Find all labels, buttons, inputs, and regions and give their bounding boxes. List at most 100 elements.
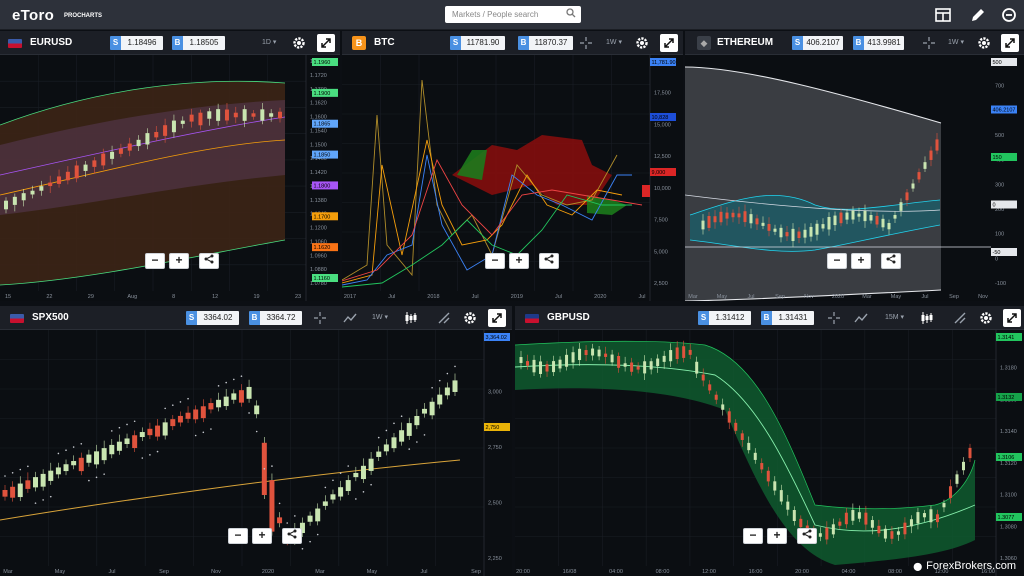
eurusd-symbol[interactable]: EURUSD [30, 37, 72, 48]
draw-pencil-icon[interactable] [969, 6, 987, 24]
zoom-out-button[interactable]: − [145, 253, 165, 269]
zoom-out-button[interactable]: − [827, 253, 847, 269]
candle [110, 151, 115, 159]
btc-symbol[interactable]: BTC [374, 37, 395, 48]
settings-gear-icon[interactable] [976, 35, 992, 51]
btc-buy-label[interactable]: B [518, 36, 529, 50]
indicators-icon[interactable] [853, 310, 869, 326]
settings-gear-icon[interactable] [634, 35, 650, 51]
crosshair-icon[interactable] [921, 35, 937, 51]
indicators-icon[interactable] [342, 310, 358, 326]
layout-icon[interactable] [934, 6, 952, 24]
search-input[interactable]: Markets / People search [445, 6, 581, 23]
gbp-buy-label[interactable]: B [761, 311, 772, 325]
search-icon[interactable] [566, 8, 576, 18]
share-icon[interactable] [282, 528, 302, 544]
share-icon[interactable] [797, 528, 817, 544]
candle [714, 394, 718, 400]
x-axis-tick: Jul [638, 294, 645, 300]
settings-gear-icon[interactable] [462, 310, 478, 326]
btc-timeframe[interactable]: 1W ▾ [606, 38, 622, 46]
zoom-in-button[interactable]: + [851, 253, 871, 269]
spx-sell-label[interactable]: S [186, 311, 197, 325]
user-profile-icon[interactable] [1000, 6, 1018, 24]
settings-gear-icon[interactable] [978, 310, 994, 326]
zoom-in-button[interactable]: + [169, 253, 189, 269]
candle [656, 358, 660, 367]
candle [10, 486, 16, 498]
x-axis-tick: Mar [315, 569, 325, 575]
eth-buy-label[interactable]: B [853, 36, 864, 50]
expand-icon[interactable] [1003, 309, 1021, 327]
candle [545, 364, 549, 372]
btc-sell-label[interactable]: S [450, 36, 461, 50]
candle [942, 503, 946, 508]
crosshair-icon[interactable] [312, 310, 328, 326]
zoom-out-button[interactable]: − [743, 528, 763, 544]
candle-type-icon[interactable] [403, 310, 419, 326]
eurusd-sell-label[interactable]: S [110, 36, 121, 50]
spx-sell-price[interactable]: 3364.02 [197, 311, 239, 325]
candle [881, 218, 885, 228]
btc-buy-price[interactable]: 11870.37 [529, 36, 573, 50]
drawing-tools-icon[interactable] [952, 310, 968, 326]
spx500-symbol[interactable]: SPX500 [32, 312, 69, 323]
share-icon[interactable] [539, 253, 559, 269]
candle [636, 366, 640, 370]
share-icon[interactable] [881, 253, 901, 269]
zoom-out-button[interactable]: − [485, 253, 505, 269]
y-axis-tick: 5,000 [654, 249, 668, 255]
candle [761, 222, 765, 226]
zoom-in-button[interactable]: + [767, 528, 787, 544]
gbpusd-symbol[interactable]: GBPUSD [547, 312, 590, 323]
eth-sell-price[interactable]: 406.2107 [803, 36, 843, 50]
candle [617, 355, 621, 368]
spx-buy-price[interactable]: 3364.72 [260, 311, 302, 325]
settings-gear-icon[interactable] [291, 35, 307, 51]
parabolic-sar-dot [19, 468, 22, 471]
ethereum-symbol[interactable]: ETHEREUM [717, 37, 773, 48]
eurusd-timeframe[interactable]: 1D ▾ [262, 38, 276, 46]
candle [345, 480, 351, 492]
candle [797, 231, 801, 239]
btc-header: B BTC S 11781.90 B 11870.37 1W ▾ [342, 31, 683, 55]
zoom-in-button[interactable]: + [252, 528, 272, 544]
gbp-timeframe[interactable]: 15M ▾ [885, 313, 904, 321]
eth-buy-price[interactable]: 413.9981 [864, 36, 904, 50]
candle [955, 474, 959, 484]
eth-sell-label[interactable]: S [792, 36, 803, 50]
drawing-tools-icon[interactable] [436, 310, 452, 326]
gbp-sell-label[interactable]: S [698, 311, 709, 325]
gbp-buy-price[interactable]: 1.31431 [772, 311, 814, 325]
candle [740, 433, 744, 440]
eurusd-buy-label[interactable]: B [172, 36, 183, 50]
share-icon[interactable] [199, 253, 219, 269]
expand-icon[interactable] [660, 34, 678, 52]
btc-sell-price[interactable]: 11781.90 [461, 36, 505, 50]
ichimoku-cloud [457, 150, 487, 180]
candle [727, 411, 731, 423]
spx-timeframe[interactable]: 1W ▾ [372, 313, 388, 321]
crosshair-icon[interactable] [826, 310, 842, 326]
etoro-logo[interactable]: eToro [12, 7, 54, 24]
zoom-in-button[interactable]: + [509, 253, 529, 269]
expand-icon[interactable] [1001, 34, 1019, 52]
candle [254, 405, 260, 415]
spx-buy-label[interactable]: B [249, 311, 260, 325]
eth-timeframe[interactable]: 1W ▾ [948, 38, 964, 46]
y-axis-tick: 1.0960 [310, 253, 327, 259]
expand-icon[interactable] [317, 34, 335, 52]
parabolic-sar-dot [271, 465, 273, 467]
x-axis-tick: Sep [159, 569, 169, 575]
candle [71, 461, 77, 466]
candle [815, 223, 819, 235]
eurusd-buy-price[interactable]: 1.18505 [183, 36, 225, 50]
candle-type-icon[interactable] [919, 310, 935, 326]
expand-icon[interactable] [488, 309, 506, 327]
gbp-sell-price[interactable]: 1.31412 [709, 311, 751, 325]
crosshair-icon[interactable] [578, 35, 594, 51]
zoom-out-button[interactable]: − [228, 528, 248, 544]
candle [935, 514, 939, 523]
eurusd-chart-panel: EURUSD S 1.18496 B 1.18505 1D ▾ 15 22 29 Au… [0, 31, 340, 301]
eurusd-sell-price[interactable]: 1.18496 [121, 36, 163, 50]
